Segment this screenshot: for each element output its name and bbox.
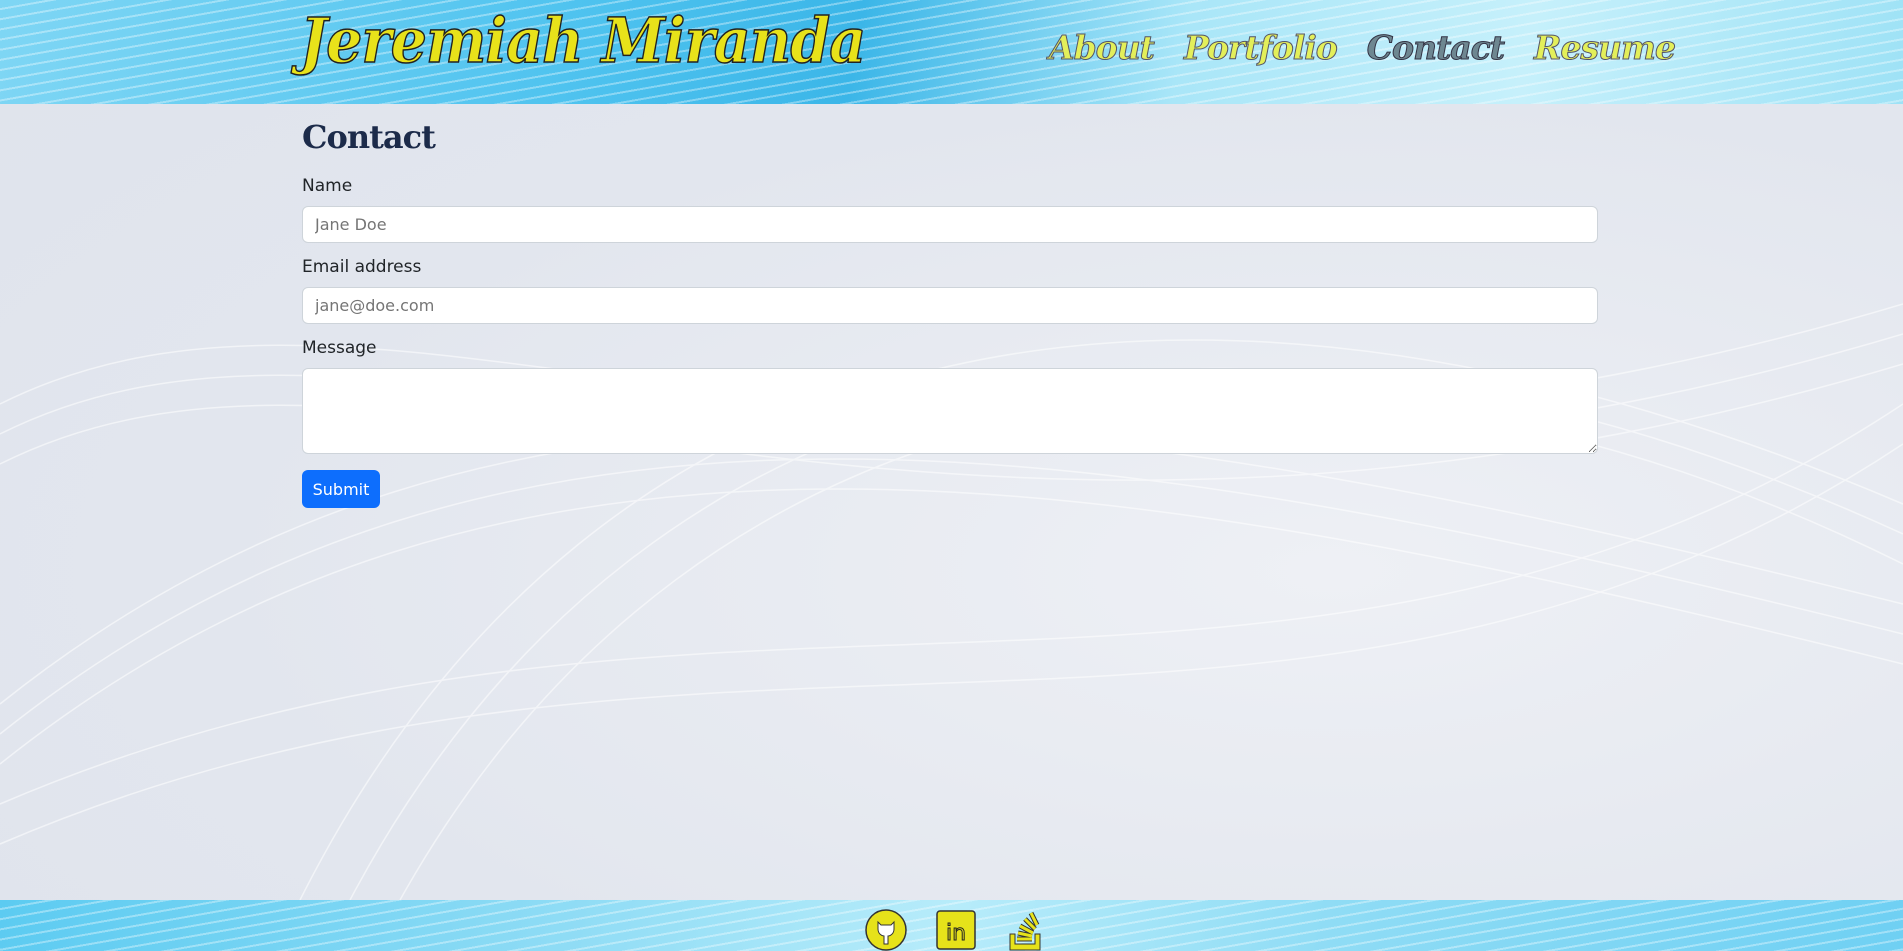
page-title: Contact	[302, 118, 436, 156]
message-label: Message	[302, 338, 377, 358]
email-input[interactable]	[302, 287, 1598, 324]
nav-resume[interactable]: Resume	[1534, 28, 1677, 68]
contact-section: Contact Name Email address Message Submi…	[302, 118, 1598, 508]
contact-form: Name Email address Message Submit	[302, 176, 1598, 508]
nav-portfolio[interactable]: Portfolio	[1183, 28, 1338, 68]
submit-button[interactable]: Submit	[302, 470, 380, 508]
name-input[interactable]	[302, 206, 1598, 243]
site-header: Jeremiah Miranda About Portfolio Contact…	[0, 0, 1903, 104]
message-textarea[interactable]	[302, 368, 1598, 454]
nav-contact[interactable]: Contact	[1366, 28, 1505, 68]
brand-logo[interactable]: Jeremiah Miranda	[299, 3, 867, 78]
main-nav: About Portfolio Contact Resume	[1049, 28, 1677, 68]
svg-text:in: in	[946, 921, 966, 946]
name-label: Name	[302, 176, 353, 196]
github-icon[interactable]	[864, 908, 908, 951]
site-footer: in	[0, 900, 1903, 951]
linkedin-icon[interactable]: in	[934, 908, 978, 951]
email-label: Email address	[302, 257, 422, 277]
nav-about[interactable]: About	[1049, 28, 1156, 68]
stackoverflow-icon[interactable]	[1004, 908, 1048, 951]
